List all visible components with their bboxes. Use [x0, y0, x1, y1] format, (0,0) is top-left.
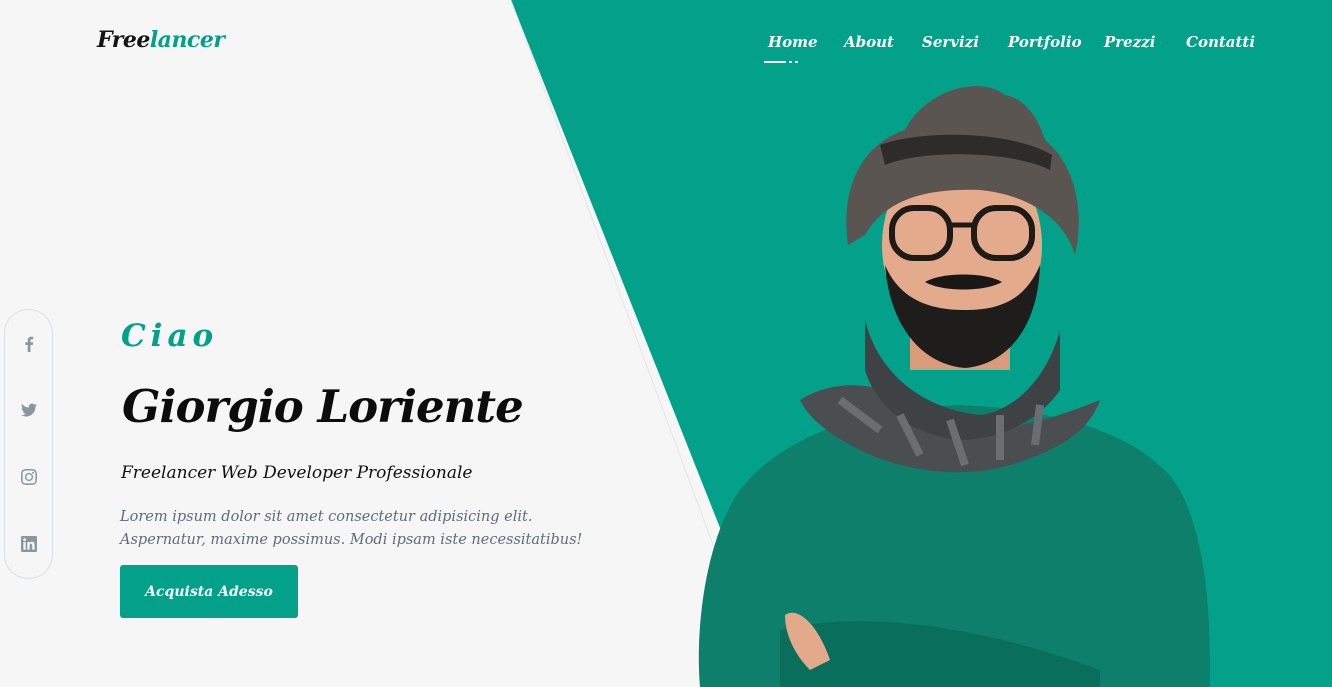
nav-item-home[interactable]: Home	[764, 33, 822, 51]
linkedin-icon[interactable]	[20, 535, 38, 553]
nav-item-prezzi[interactable]: Prezzi	[1100, 33, 1159, 51]
hero-description: Lorem ipsum dolor sit amet consectetur a…	[120, 509, 583, 548]
hero-subtitle: Freelancer Web Developer Professionale	[121, 463, 473, 483]
active-nav-indicator	[764, 61, 798, 63]
nav-item-contatti[interactable]: Contatti	[1182, 33, 1259, 51]
hero-greeting: Ciao	[121, 318, 219, 354]
social-bar	[4, 309, 53, 579]
brand-logo-part1: Free	[97, 27, 150, 53]
twitter-icon[interactable]	[20, 401, 38, 419]
nav-item-servizi[interactable]: Servizi	[918, 33, 983, 51]
facebook-icon[interactable]	[20, 335, 38, 353]
brand-logo-part2: lancer	[149, 27, 225, 53]
buy-now-button[interactable]: Acquista Adesso	[120, 565, 298, 618]
hero-name: Giorgio Loriente	[122, 380, 524, 433]
nav-item-about[interactable]: About	[840, 33, 898, 51]
portrait-image	[698, 86, 1210, 687]
brand-logo[interactable]: Freelancer	[97, 27, 225, 53]
instagram-icon[interactable]	[20, 468, 38, 486]
nav-item-portfolio[interactable]: Portfolio	[1004, 33, 1086, 51]
